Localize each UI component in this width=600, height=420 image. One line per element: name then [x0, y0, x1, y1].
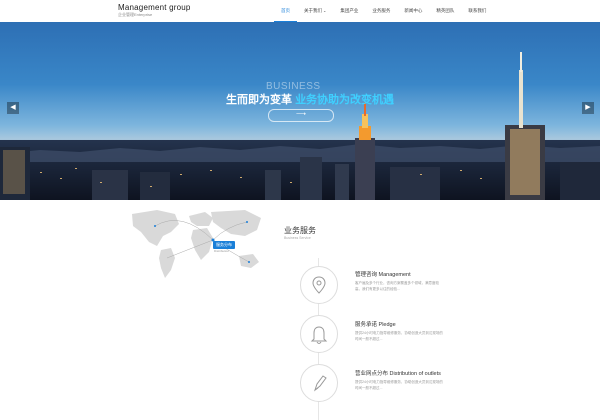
- service-desc: 提供24小时电力指导维修服务，协助创造大员到达现场的时间一般不超过...: [355, 380, 443, 390]
- service-title[interactable]: 管理咨询 Management: [355, 270, 411, 278]
- logo-subtitle: 企业管理Enterprise: [118, 12, 153, 17]
- banner-headline-accent: 业务协助为改变机遇: [295, 94, 395, 106]
- nav-item-team[interactable]: 精英团队: [429, 0, 461, 22]
- section-title: 业务服务: [284, 226, 316, 235]
- hero-banner: ◀ ▶ BUSINESS 生而即为变革 业务协助为改变机遇 ⟶: [0, 22, 600, 200]
- service-title[interactable]: 服务承诺 Pledge: [355, 320, 396, 328]
- nav-label: 联系我们: [468, 8, 487, 13]
- service-desc: 提供24小时电力指导维修服务，协助创造大员到达现场的时间一般不超过...: [355, 331, 443, 341]
- service-desc: 客户遍及多个行业，咨询方案覆盖多个领域，满意度较高，我们有更多以往的经验...: [355, 281, 439, 291]
- nav-label: 业务服务: [372, 8, 391, 13]
- nav-label: 首页: [281, 8, 290, 13]
- chevron-down-icon: ⌄: [323, 8, 327, 13]
- nav-item-about[interactable]: 关于我们⌄: [297, 0, 333, 22]
- nav-item-news[interactable]: 新闻中心: [397, 0, 429, 22]
- carousel-next-button[interactable]: ▶: [582, 102, 594, 114]
- nav-item-home[interactable]: 首页: [274, 0, 297, 22]
- chevron-left-icon: ◀: [10, 104, 16, 111]
- carousel-prev-button[interactable]: ◀: [7, 102, 19, 114]
- banner-headline-white: 生而即为变革: [226, 94, 292, 106]
- logo[interactable]: Management group 企业管理Enterprise: [118, 3, 191, 17]
- nav-item-services[interactable]: 业务服务: [365, 0, 397, 22]
- map-distribution-label: 服务分布: [213, 241, 235, 249]
- section-subtitle: Business Service: [284, 236, 311, 240]
- site-header: Management group 企业管理Enterprise 首页 关于我们⌄…: [0, 0, 600, 22]
- nav-label: 精英团队: [436, 8, 455, 13]
- map-distribution-sub: Distribution: [214, 249, 230, 253]
- nav-label: 关于我们: [304, 8, 322, 13]
- pen-icon: [300, 364, 338, 402]
- location-pin-icon: [300, 266, 338, 304]
- arrow-right-icon: ⟶: [295, 111, 307, 118]
- logo-title: Management group: [118, 3, 191, 12]
- service-title[interactable]: 营业网点分布 Distribution of outlets: [355, 369, 441, 377]
- world-map-image: [132, 210, 261, 278]
- chevron-right-icon: ▶: [585, 104, 591, 111]
- banner-more-button[interactable]: ⟶: [268, 109, 334, 122]
- main-nav: 首页 关于我们⌄ 集团产业 业务服务 新闻中心 精英团队 联系我们: [274, 0, 493, 22]
- nav-item-industry[interactable]: 集团产业: [333, 0, 365, 22]
- nav-label: 集团产业: [340, 8, 359, 13]
- bell-icon: [300, 315, 338, 353]
- banner-headline: 生而即为变革 业务协助为改变机遇: [226, 91, 394, 107]
- nav-label: 新闻中心: [404, 8, 423, 13]
- nav-item-contact[interactable]: 联系我们: [461, 0, 493, 22]
